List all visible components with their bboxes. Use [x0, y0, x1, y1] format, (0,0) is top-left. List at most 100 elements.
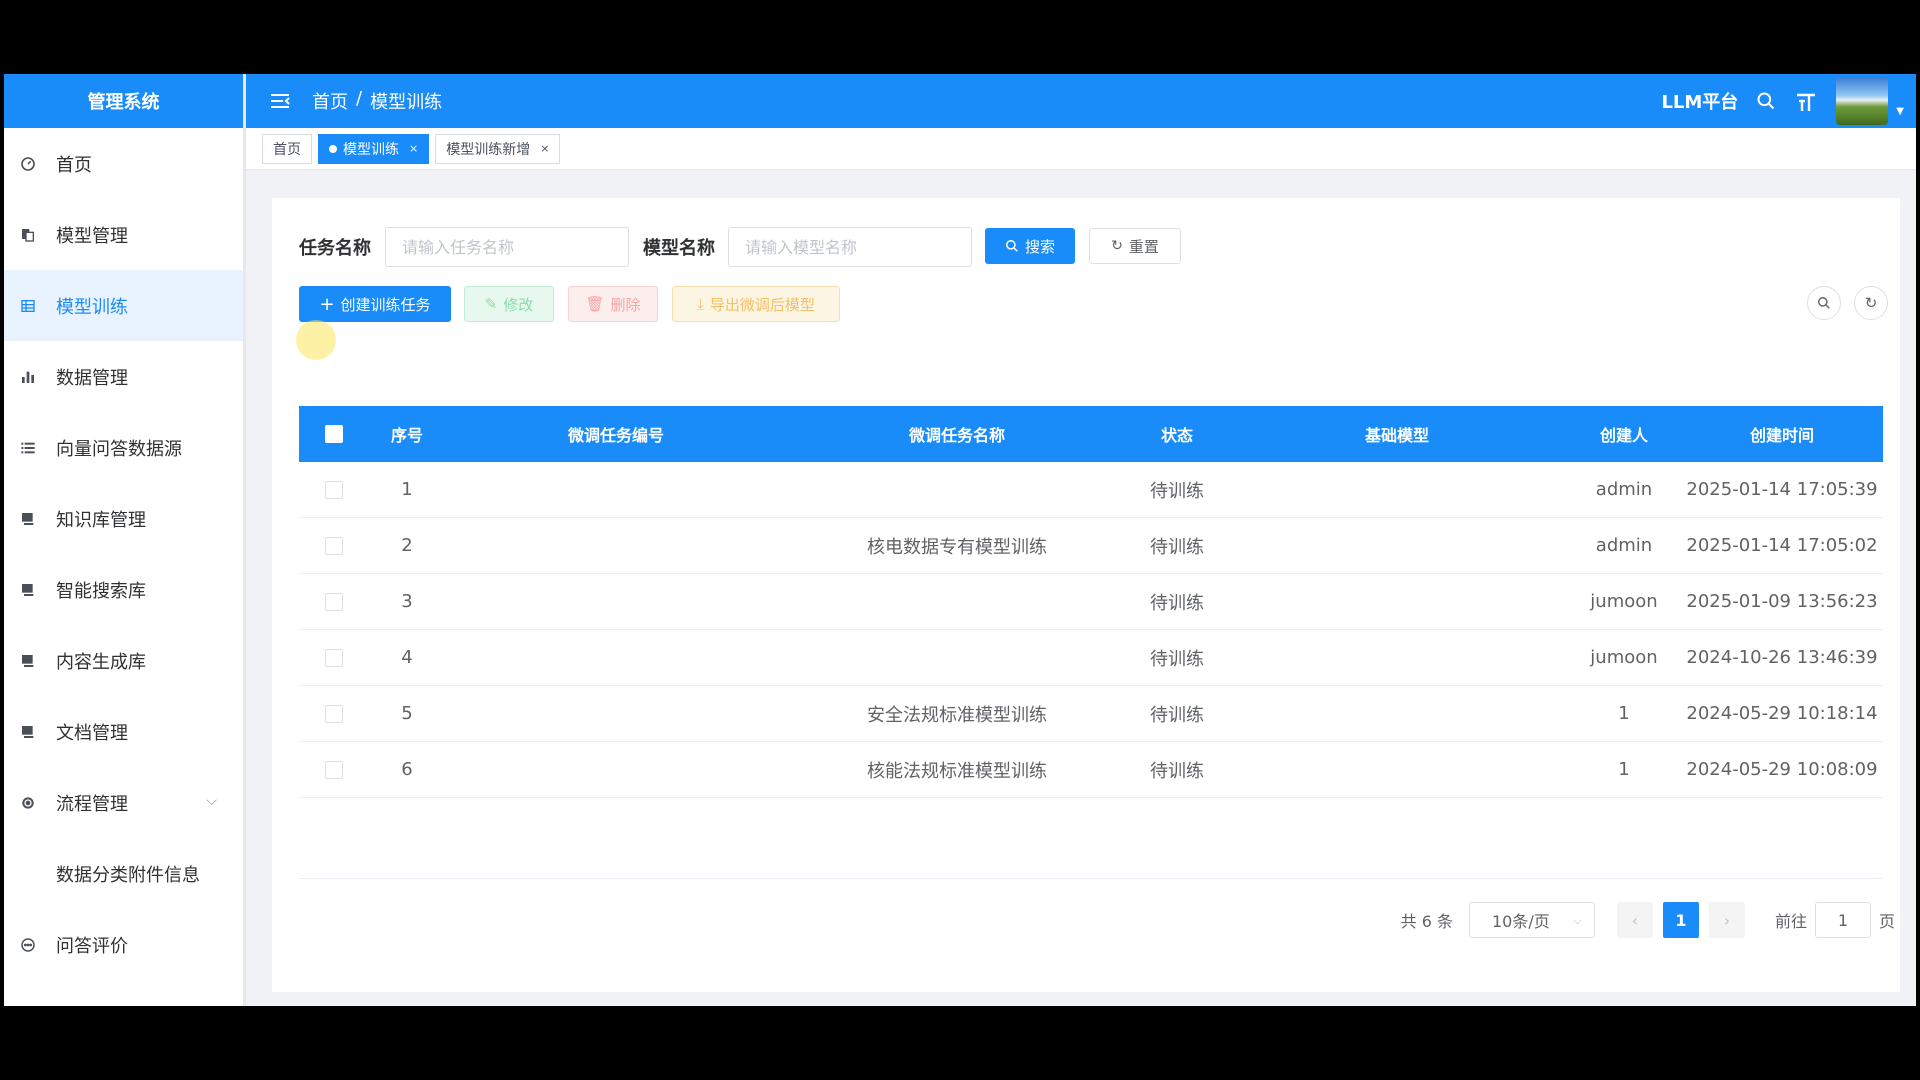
delete-button[interactable]: 🗑 删除 [568, 286, 658, 322]
sidebar-item[interactable]: 问答评价 [4, 909, 243, 980]
sidebar-item[interactable]: 模型管理 [4, 199, 243, 270]
row-checkbox[interactable] [325, 480, 343, 499]
row-checkbox-cell [299, 648, 369, 667]
sidebar-item[interactable]: 智能搜索库 [4, 554, 243, 625]
select-all-checkbox[interactable] [325, 425, 343, 443]
monitor-icon [18, 509, 38, 529]
tag-item[interactable]: 模型训练新增 × [435, 133, 561, 164]
tags-view: 首页 模型训练 × 模型训练新增 × [246, 128, 1916, 170]
page-number[interactable]: 1 [1662, 902, 1699, 938]
chevron-down-icon: ⌵ [1572, 912, 1582, 927]
close-icon[interactable]: × [540, 142, 549, 155]
edit-button[interactable]: ✎ 修改 [464, 286, 554, 322]
page-size-select[interactable]: 10条/页 ⌵ [1468, 902, 1595, 938]
sidebar-item[interactable]: 向量问答数据源 [4, 412, 243, 483]
table-cell-status: 待训练 [1150, 760, 1204, 782]
chevron-left-icon: ‹ [1631, 910, 1639, 930]
pagination: 共 6 条 10条/页 ⌵ ‹ 1 › 前往 页 [1401, 902, 1895, 938]
table-cell-no: 3 [401, 591, 413, 612]
row-checkbox[interactable] [325, 592, 343, 611]
search-icon [1005, 239, 1018, 252]
table-cell-creator: admin [1595, 479, 1653, 500]
task-name-input[interactable] [385, 227, 629, 267]
next-page-button[interactable]: › [1708, 902, 1745, 938]
footer-divider [299, 878, 1883, 879]
chat-icon [18, 935, 38, 955]
platform-name[interactable]: LLM平台 [1661, 88, 1738, 114]
search-icon[interactable] [1756, 91, 1776, 111]
documents-icon [18, 225, 38, 245]
table-row[interactable]: 2 核电数据专有模型训练 待训练 admin 2025-01-14 17:05:02 [299, 518, 1883, 574]
toggle-search-button[interactable] [1807, 286, 1841, 320]
chevron-down-icon[interactable]: ▼ [1896, 106, 1904, 117]
refresh-button[interactable]: ↻ [1854, 286, 1888, 320]
prev-page-button[interactable]: ‹ [1616, 902, 1653, 938]
create-task-button[interactable]: + 创建训练任务 [299, 286, 451, 322]
sidebar-item[interactable]: 模型训练 [4, 270, 243, 341]
page-size-value: 10条/页 [1491, 912, 1550, 931]
table-cell-creator: jumoon [1590, 591, 1658, 612]
goto-page-input[interactable] [1814, 902, 1871, 938]
sidebar-item[interactable]: 首页 [4, 128, 243, 199]
bar-chart-icon [18, 367, 38, 387]
table-cell-no: 2 [401, 535, 413, 556]
plus-icon: + [319, 293, 335, 315]
main-panel: 任务名称 模型名称 搜索 ↻ 重置 + 创建训练任务 ✎ 修改 🗑 删除 ⤓ 导… [272, 198, 1900, 992]
search-button[interactable]: 搜索 [985, 228, 1075, 264]
table-row[interactable]: 3 待训练 jumoon 2025-01-09 13:56:23 [299, 574, 1883, 630]
total-count: 共 6 条 [1400, 912, 1453, 931]
table-body: 1 待训练 admin 2025-01-14 17:05:39 2 核电数据专有模型训练待… [299, 462, 1883, 798]
row-checkbox[interactable] [325, 760, 343, 779]
row-checkbox[interactable] [325, 536, 343, 555]
font-size-icon[interactable] [1794, 89, 1818, 113]
tag-item[interactable]: 模型训练 × [318, 133, 430, 164]
sidebar-item[interactable]: 数据管理 [4, 341, 243, 412]
edit-icon: ✎ [484, 295, 498, 313]
reset-button-label: 重置 [1128, 237, 1159, 256]
sidebar-item-label: 数据分类附件信息 [56, 864, 200, 886]
table-row[interactable]: 5 安全法规标准模型训练 待训练 1 2024-05-29 10:18:14 [299, 686, 1883, 742]
task-name-label: 任务名称 [299, 238, 371, 259]
search-icon [1818, 297, 1830, 309]
model-name-label: 模型名称 [643, 238, 715, 259]
table-header: 序号 微调任务编号 微调任务名称 状态 基础模型 创建人 创建时间 [299, 406, 1883, 462]
breadcrumb-home[interactable]: 首页 [312, 88, 348, 114]
model-name-input[interactable] [728, 227, 972, 267]
row-checkbox[interactable] [325, 648, 343, 667]
create-task-label: 创建训练任务 [340, 295, 431, 314]
column-header: 微调任务编号 [567, 426, 664, 445]
avatar[interactable] [1836, 77, 1889, 125]
table-row[interactable]: 6 核能法规标准模型训练 待训练 1 2024-05-29 10:08:09 [299, 742, 1883, 798]
table-cell-time: 2025-01-14 17:05:02 [1686, 535, 1878, 556]
sidebar-item[interactable]: 内容生成库 [4, 625, 243, 696]
sidebar-item-label: 问答评价 [56, 935, 128, 957]
table-cell-time: 2024-05-29 10:08:09 [1686, 759, 1878, 780]
table-cell-status: 待训练 [1150, 536, 1204, 558]
tag-label: 模型训练 [343, 141, 399, 158]
table-row[interactable]: 4 待训练 jumoon 2024-10-26 13:46:39 [299, 630, 1883, 686]
column-header: 状态 [1160, 426, 1193, 445]
table-cell-name: 核能法规标准模型训练 [867, 760, 1047, 782]
sidebar-item[interactable]: 流程管理 ⌵ [4, 767, 243, 838]
row-checkbox-cell [299, 536, 369, 555]
tag-label: 模型训练新增 [446, 141, 531, 158]
sidebar-item[interactable]: 知识库管理 [4, 483, 243, 554]
export-model-button[interactable]: ⤓ 导出微调后模型 [672, 286, 840, 322]
menu-toggle-icon[interactable] [268, 89, 292, 113]
top-header: 首页 / 模型训练 LLM平台 ▼ [246, 74, 1916, 128]
sidebar-item[interactable]: 数据分类附件信息 [4, 838, 243, 909]
table-cell-name: 安全法规标准模型训练 [867, 704, 1047, 726]
tag-item[interactable]: 首页 [262, 133, 312, 164]
table-cell-creator: jumoon [1590, 647, 1658, 668]
breadcrumb: 首页 / 模型训练 [312, 88, 442, 114]
reset-button[interactable]: ↻ 重置 [1089, 228, 1181, 264]
close-icon[interactable]: × [409, 142, 418, 155]
header-actions: LLM平台 ▼ [1661, 74, 1904, 128]
table-row[interactable]: 1 待训练 admin 2025-01-14 17:05:39 [299, 462, 1883, 518]
sidebar-item[interactable]: 文档管理 [4, 696, 243, 767]
column-header: 创建人 [1599, 426, 1648, 445]
table-cell-no: 6 [401, 759, 413, 780]
goto-suffix: 页 [1878, 912, 1895, 931]
sidebar: 管理系统 首页 模型管理 模型训练 数据管理 向量问答数据源 知识库管理 智能搜索库 内容生成… [4, 74, 246, 1006]
row-checkbox[interactable] [325, 704, 343, 723]
